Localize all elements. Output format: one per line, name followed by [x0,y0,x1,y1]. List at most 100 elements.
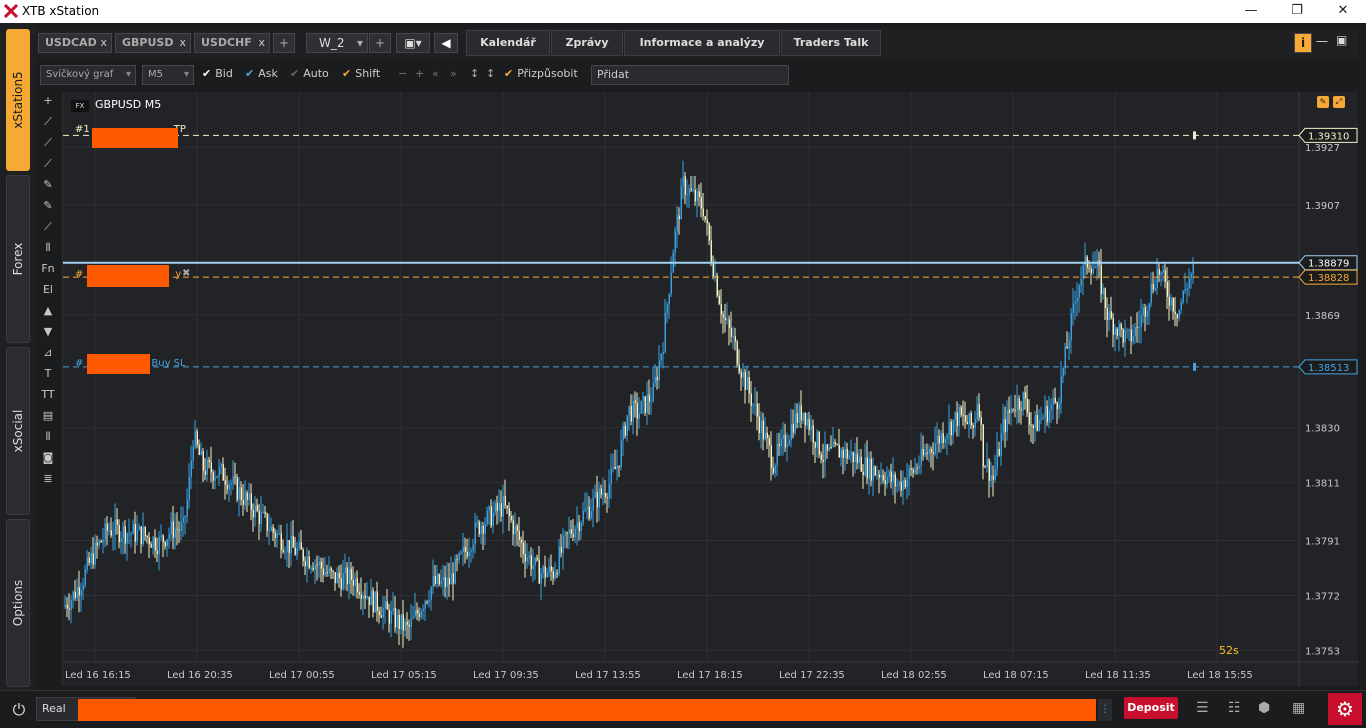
close-tab-icon[interactable]: x [179,34,186,52]
power-icon[interactable]: ⏻ [8,699,30,721]
drawing-tool-7[interactable]: ⫴ [38,239,58,257]
candle-body [484,523,486,534]
layout-grid-icon[interactable]: ☷ [1228,700,1241,716]
panel-minimize-button[interactable]: — [1316,34,1328,48]
drawing-tool-2[interactable]: ⟋ [38,134,58,152]
ask-checkbox[interactable]: ✔ Ask [245,67,278,80]
nav-zpravy[interactable]: Zprávy [551,30,623,56]
add-tab-button[interactable]: + [273,33,295,53]
candle-body [192,446,194,461]
drawing-tool-6[interactable]: ⟋ [38,218,58,236]
candle-body [830,446,832,448]
nav-traders-talk[interactable]: Traders Talk [781,30,881,56]
drawing-tool-15[interactable]: ▤ [38,407,58,425]
zoom-out-icon[interactable]: − [398,67,407,80]
drawing-tool-0[interactable]: + [38,92,58,110]
candle-body [1180,302,1182,310]
layout-select[interactable]: ▣▾ [396,33,430,53]
scroll-right-icon[interactable]: » [450,67,457,80]
nav-informace-a-analyzy[interactable]: Informace a analýzy [624,30,780,56]
fit-checkbox[interactable]: ✔ Přizpůsobit [504,67,578,80]
deposit-button[interactable]: Deposit [1124,697,1178,719]
tag-icon[interactable]: ⬢ [1258,700,1270,716]
candle-body [248,493,250,500]
chart-type-select[interactable]: Svíčkový graf [40,65,136,85]
drawing-tool-16[interactable]: ⫴ [38,428,58,446]
drawing-tool-1[interactable]: ⟋ [38,113,58,131]
candle-body [946,435,948,439]
chart-svg[interactable]: 1.39310 1.38879 1.38828 1.38513 1.3927 1.390… [63,92,1359,686]
drawing-tool-8[interactable]: Fn [38,260,58,278]
drawing-tool-10[interactable]: ▲ [38,302,58,320]
timeframe-select[interactable]: M5 [142,65,194,85]
candle-body [678,215,680,220]
candle-body [740,372,742,378]
account-info-icon[interactable]: ⋮ [1098,699,1112,721]
back-arrow-button[interactable]: ◀ [434,33,458,53]
add-workspace-button[interactable]: + [369,33,391,53]
candle-body [1136,327,1138,329]
candle-body [340,578,342,590]
candle-body [1054,397,1056,403]
panel-maximize-button[interactable]: ▣ [1336,33,1347,47]
drawing-tool-17[interactable]: ◙ [38,449,58,467]
zoom-in-icon[interactable]: + [415,67,424,80]
drawing-tool-13[interactable]: T [38,365,58,383]
calendar-icon[interactable]: ▦ [1292,700,1305,716]
price-chart[interactable]: 1.39310 1.38879 1.38828 1.38513 1.3927 1.390… [62,92,1359,686]
drawing-tool-9[interactable]: El [38,281,58,299]
vertical-fit-icon[interactable]: ↕ [486,67,495,80]
maximize-window-button[interactable]: ❐ [1274,0,1320,23]
info-button[interactable]: i [1294,33,1312,53]
settings-button[interactable]: ⚙ [1328,693,1362,725]
pencil-icon[interactable]: ✎ [1317,96,1329,108]
x-tick-label: Led 18 07:15 [983,670,1049,681]
tab-gbpusd[interactable]: GBPUSD x [115,33,191,53]
candle-body [992,475,994,480]
sidebar-tab-xsocial[interactable]: xSocial [6,347,30,515]
drawing-tool-4[interactable]: ✎ [38,176,58,194]
sidebar-tab-options[interactable]: Options [6,519,30,687]
sidebar-tab-xstation5[interactable]: xStation5 [6,29,30,171]
candle-body [778,444,780,447]
candle-body [1164,270,1166,282]
drawing-tool-3[interactable]: ⟋ [38,155,58,173]
drawing-tool-12[interactable]: ⊿ [38,344,58,362]
candle-body [356,578,358,593]
drawing-tool-11[interactable]: ▼ [38,323,58,341]
sidebar-tab-forex[interactable]: Forex [6,175,30,343]
layout-rows-icon[interactable]: ☰ [1196,700,1209,716]
drawing-tool-14[interactable]: TT [38,386,58,404]
candle-body [1178,309,1180,319]
close-tab-icon[interactable]: x [258,34,265,52]
bid-checkbox[interactable]: ✔ Bid [202,67,233,80]
candle-body [244,492,246,505]
auto-checkbox[interactable]: ✔ Auto [290,67,329,80]
candle-body [252,510,254,518]
candle-body [654,376,656,384]
add-indicator-input[interactable]: Přidat [591,65,789,85]
close-order-icon[interactable]: ✖ [182,268,190,279]
scroll-left-icon[interactable]: « [432,67,439,80]
tab-usdchf[interactable]: USDCHF x [194,33,270,53]
x-tick-label: Led 18 11:35 [1085,670,1151,681]
expand-icon[interactable]: ⤢ [1333,96,1345,108]
shift-checkbox[interactable]: ✔ Shift [342,67,380,80]
candle-body [732,336,734,338]
close-tab-icon[interactable]: x [100,34,107,52]
candle-body [812,425,814,443]
drawing-tool-18[interactable]: ≣ [38,470,58,488]
y-tick-label: 1.3927 [1305,143,1340,154]
vertical-scale-icon[interactable]: ↕ [470,67,479,80]
nav-kalendar[interactable]: Kalendář [466,30,550,56]
minimize-window-button[interactable]: — [1228,0,1274,23]
candle-body [636,402,638,419]
workspace-select[interactable]: W_2 ▾ [306,33,368,53]
candle-body [558,546,560,574]
drawing-tool-5[interactable]: ✎ [38,197,58,215]
candle-body [870,458,872,481]
close-window-button[interactable]: ✕ [1320,0,1366,23]
candle-body [890,471,892,482]
tab-usdcad[interactable]: USDCAD x [38,33,112,53]
candle-body [516,525,518,531]
